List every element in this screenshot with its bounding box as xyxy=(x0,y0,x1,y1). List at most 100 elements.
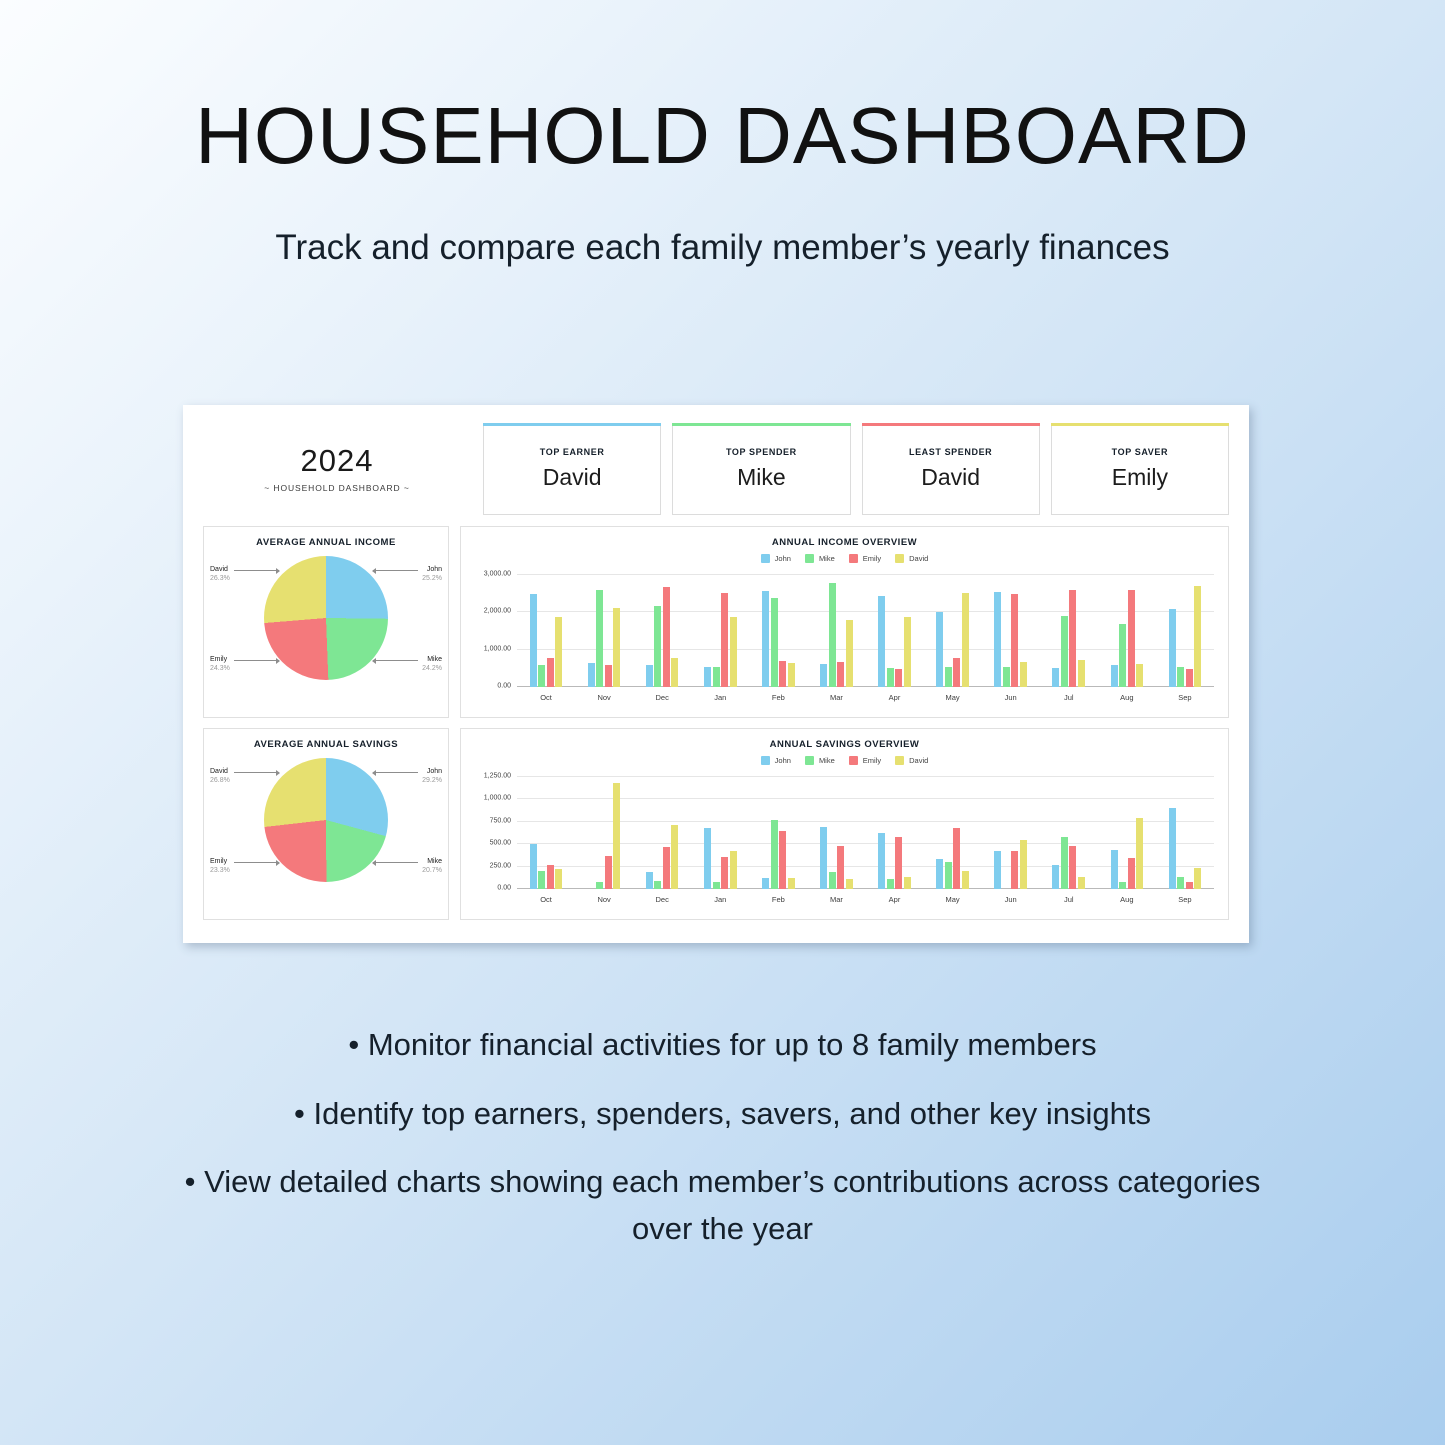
bar xyxy=(1069,846,1077,889)
x-axis-tick-label: Sep xyxy=(1178,895,1192,904)
x-axis-tick-label: Mar xyxy=(829,693,843,702)
page-subtitle: Track and compare each family member’s y… xyxy=(275,228,1170,267)
income-pie-chart: John 25.2% Mike 24.2% Emily 24.3% David 26.3% xyxy=(204,548,448,698)
bar xyxy=(613,608,621,687)
bar xyxy=(770,597,778,687)
legend-label: John xyxy=(774,756,791,765)
bar xyxy=(961,871,969,889)
bar xyxy=(828,871,836,889)
x-axis-tick-label: Feb xyxy=(771,895,785,904)
legend-item[interactable]: Emily xyxy=(848,756,881,765)
kpi-card-top-earner[interactable]: TOP EARNER David xyxy=(483,423,662,515)
bar xyxy=(712,882,720,889)
average-annual-savings-panel: AVERAGE ANNUAL SAVINGS John 29.2% Mike 20.7… xyxy=(203,728,449,920)
bar-group: Dec xyxy=(633,575,691,702)
legend-label: Emily xyxy=(862,554,882,563)
dashboard-year: 2024 xyxy=(300,443,374,478)
promo-header: HOUSEHOLD DASHBOARD Track and compare ea… xyxy=(0,96,1445,268)
dashboard-header-row: 2024 ~ HOUSEHOLD DASHBOARD ~ TOP EARNER … xyxy=(203,423,1229,515)
bar-group: Oct xyxy=(517,777,575,904)
list-item: • View detailed charts showing each memb… xyxy=(184,1164,1261,1246)
bar xyxy=(828,582,836,687)
x-axis-tick-label: Jan xyxy=(714,693,727,702)
kpi-card-top-spender[interactable]: TOP SPENDER Mike xyxy=(672,423,851,515)
bar xyxy=(729,616,737,687)
bar-group: Dec xyxy=(633,777,691,904)
bar-group: Jan xyxy=(691,777,749,904)
savings-pie-chart: John 29.2% Mike 20.7% Emily 23.3% David 26.8% xyxy=(204,750,448,900)
kpi-label: TOP SPENDER xyxy=(725,447,797,457)
bar xyxy=(953,657,961,687)
bar xyxy=(886,668,894,687)
x-axis-tick-label: Jul xyxy=(1063,693,1074,702)
bar xyxy=(1060,837,1068,889)
bar xyxy=(555,616,563,687)
bar xyxy=(1019,840,1027,889)
bar xyxy=(1077,659,1085,687)
kpi-card-least-spender[interactable]: LEAST SPENDER David xyxy=(861,423,1040,515)
bar xyxy=(1168,608,1176,687)
bar-group: May xyxy=(924,575,982,702)
y-axis-tick-label: 1,250.00 xyxy=(483,772,511,780)
bar xyxy=(895,668,903,687)
kpi-value: David xyxy=(921,464,981,490)
page-title: HOUSEHOLD DASHBOARD xyxy=(195,91,1250,180)
bar xyxy=(994,850,1002,889)
bar xyxy=(654,605,662,687)
bar xyxy=(762,878,770,889)
pie-slices xyxy=(264,758,388,882)
bar xyxy=(671,657,679,687)
legend-item[interactable]: Emily xyxy=(848,554,882,563)
x-axis-tick-label: Dec xyxy=(655,895,669,904)
bar-group: Nov xyxy=(575,777,633,904)
income-bar-chart: 0.00 1,000.00 2,000.00 3,000.00 Oct Nov Dec Jan… xyxy=(461,569,1228,711)
y-axis-tick-label: 2,000.00 xyxy=(483,607,511,615)
x-axis-tick-label: Aug xyxy=(1120,693,1134,702)
bar xyxy=(820,664,828,687)
bar-group: Aug xyxy=(1098,575,1156,702)
x-axis-tick-label: Jul xyxy=(1063,895,1074,904)
pie-slices xyxy=(264,556,388,680)
chart-title: AVERAGE ANNUAL INCOME xyxy=(256,537,396,548)
legend-item[interactable]: John xyxy=(760,554,791,563)
y-axis-tick-label: 250.00 xyxy=(489,862,511,870)
kpi-card-top-saver[interactable]: TOP SAVER Emily xyxy=(1050,423,1229,515)
bar xyxy=(1136,817,1144,889)
bar xyxy=(1119,882,1127,889)
dashboard-brand-subtitle: ~ HOUSEHOLD DASHBOARD ~ xyxy=(264,483,410,493)
bar-group: Jul xyxy=(1040,575,1098,702)
y-axis-tick-label: 3,000.00 xyxy=(483,570,511,578)
bar xyxy=(1077,876,1085,889)
legend-item[interactable]: David xyxy=(895,756,928,765)
bar xyxy=(1110,664,1118,687)
feature-bullet-list: • Monitor financial activities for up to… xyxy=(0,1022,1445,1274)
bar xyxy=(1011,851,1019,889)
pie-slice-label: Emily 24.3% xyxy=(210,656,230,673)
bar xyxy=(845,619,853,687)
x-axis-tick-label: Jan xyxy=(714,895,727,904)
kpi-accent-bar xyxy=(1050,423,1229,426)
chart-legend: John Mike Emily David xyxy=(461,756,1228,765)
bar-groups: Oct Nov Dec Jan Feb Mar Apr May Jun Jul Aug Sep xyxy=(517,575,1214,702)
bar xyxy=(1019,662,1027,687)
legend-item[interactable]: David xyxy=(895,554,928,563)
bar-group: Aug xyxy=(1098,777,1156,904)
bar xyxy=(936,611,944,687)
chart-title: ANNUAL SAVINGS OVERVIEW xyxy=(769,739,920,750)
kpi-value: Emily xyxy=(1111,464,1168,490)
legend-item[interactable]: Mike xyxy=(804,554,835,563)
bar xyxy=(1168,807,1176,889)
bar xyxy=(944,666,952,687)
legend-item[interactable]: John xyxy=(760,756,791,765)
x-axis-tick-label: Aug xyxy=(1120,895,1134,904)
kpi-value: David xyxy=(542,464,602,490)
pie-slice-label: Mike 20.7% xyxy=(422,858,442,875)
bar xyxy=(994,592,1002,687)
bar xyxy=(1069,589,1077,687)
bar-group: Jun xyxy=(982,777,1040,904)
bar-group: Apr xyxy=(865,575,923,702)
legend-item[interactable]: Mike xyxy=(804,756,835,765)
pie-slice-label: David 26.8% xyxy=(210,768,230,785)
x-axis-tick-label: Nov xyxy=(597,693,611,702)
x-axis-tick-label: May xyxy=(945,693,960,702)
